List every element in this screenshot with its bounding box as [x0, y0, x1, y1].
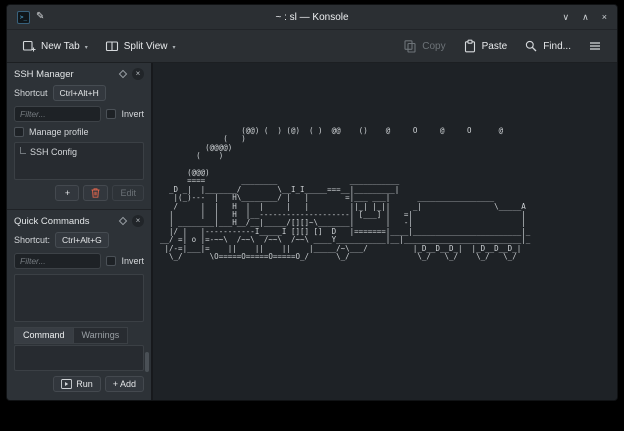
qc-filter-input[interactable] [14, 253, 101, 269]
manage-profile-label: Manage profile [29, 127, 89, 137]
qc-invert-label: Invert [121, 256, 144, 266]
tab-warnings[interactable]: Warnings [73, 327, 129, 344]
ssh-shortcut-button[interactable]: Ctrl+Alt+H [53, 85, 106, 101]
quick-commands-title: Quick Commands [14, 216, 114, 227]
manage-profile-row: Manage profile [14, 127, 144, 137]
close-panel-icon[interactable]: × [132, 215, 144, 227]
manage-profile-checkbox[interactable] [14, 127, 24, 137]
qc-buttons-row: Run + Add [14, 376, 144, 392]
ssh-manager-panel: SSH Manager × Shortcut Ctrl+Alt+H Invert… [7, 63, 151, 209]
find-label: Find... [543, 41, 571, 52]
pencil-icon: ✎ [36, 12, 44, 22]
qc-invert-checkbox[interactable] [106, 256, 116, 266]
chevron-down-icon: ▾ [172, 44, 175, 53]
run-label: Run [76, 379, 93, 389]
ssh-config-list[interactable]: SSH Config [14, 142, 144, 180]
toolbar: New Tab ▾ Split View ▾ Copy Paste [7, 30, 617, 63]
paste-button[interactable]: Paste [456, 34, 515, 58]
qc-shortcut-label: Shortcut: [14, 235, 50, 245]
ssh-delete-button[interactable] [83, 185, 108, 201]
copy-icon [403, 39, 417, 53]
split-view-icon [105, 39, 119, 53]
sl-ascii-art: (@@) ( ) (@) ( ) @@ () @ O @ O @ ( ) (@@… [153, 63, 617, 262]
sidebar-scrollbar-thumb[interactable] [145, 352, 149, 372]
ssh-config-tree-item[interactable]: SSH Config [20, 147, 138, 157]
close-button[interactable]: × [602, 13, 607, 22]
hamburger-menu-icon [588, 39, 602, 53]
sidebar: SSH Manager × Shortcut Ctrl+Alt+H Invert… [7, 63, 153, 400]
qc-shortcut-button[interactable]: Ctrl+Alt+G [55, 232, 109, 248]
qc-filter-row: Invert [14, 253, 144, 269]
main-area: SSH Manager × Shortcut Ctrl+Alt+H Invert… [7, 63, 617, 400]
split-view-button[interactable]: Split View ▾ [98, 34, 183, 58]
new-tab-label: New Tab [41, 41, 80, 52]
add-command-button[interactable]: + Add [105, 376, 144, 392]
ssh-invert-checkbox[interactable] [106, 109, 116, 119]
ssh-filter-row: Invert [14, 106, 144, 122]
quick-commands-panel: Quick Commands × Shortcut: Ctrl+Alt+G In… [7, 209, 151, 400]
terminal-area[interactable]: (@@) ( ) (@) ( ) @@ () @ O @ O @ ( ) (@@… [153, 63, 617, 400]
ssh-manager-title: SSH Manager [14, 69, 114, 80]
konsole-icon-glyph: >_ [20, 14, 27, 21]
qc-shortcut-row: Shortcut: Ctrl+Alt+G [14, 232, 144, 248]
copy-button[interactable]: Copy [396, 34, 452, 58]
ssh-invert-label: Invert [121, 109, 144, 119]
find-button[interactable]: Find... [517, 34, 578, 58]
trash-icon [91, 188, 100, 198]
titlebar[interactable]: >_ ✎ ~ : sl — Konsole ∨ ∧ × [7, 5, 617, 30]
tab-command[interactable]: Command [14, 327, 73, 344]
menu-button[interactable] [581, 34, 609, 58]
search-icon [524, 39, 538, 53]
run-button[interactable]: Run [53, 376, 101, 392]
command-editor[interactable] [14, 345, 144, 371]
ssh-edit-button[interactable]: Edit [112, 185, 144, 201]
window-title: ~ : sl — Konsole [7, 12, 617, 23]
new-tab-icon [22, 39, 36, 53]
maximize-button[interactable]: ∧ [582, 13, 589, 22]
minimize-button[interactable]: ∨ [563, 13, 570, 22]
copy-label: Copy [422, 41, 445, 52]
ssh-shortcut-label: Shortcut [14, 88, 48, 98]
split-view-label: Split View [124, 41, 168, 52]
ssh-shortcut-row: Shortcut Ctrl+Alt+H [14, 85, 144, 101]
ssh-buttons-row: + Edit [14, 185, 144, 201]
ssh-filter-input[interactable] [14, 106, 101, 122]
window-controls: ∨ ∧ × [563, 13, 607, 22]
quick-commands-header: Quick Commands × [14, 215, 144, 227]
new-tab-button[interactable]: New Tab ▾ [15, 34, 95, 58]
paste-label: Paste [482, 41, 508, 52]
konsole-window: >_ ✎ ~ : sl — Konsole ∨ ∧ × New Tab ▾ Sp… [6, 4, 618, 401]
konsole-app-icon: >_ [17, 11, 30, 24]
ssh-manager-header: SSH Manager × [14, 68, 144, 80]
qc-tabs: Command Warnings [14, 327, 144, 344]
float-panel-icon[interactable] [119, 217, 127, 225]
ssh-config-label: SSH Config [30, 147, 77, 157]
run-icon [61, 379, 72, 389]
chevron-down-icon: ▾ [85, 44, 88, 53]
close-panel-icon[interactable]: × [132, 68, 144, 80]
float-panel-icon[interactable] [119, 70, 127, 78]
quick-commands-list[interactable] [14, 274, 144, 322]
paste-icon [463, 39, 477, 53]
ssh-add-button[interactable]: + [55, 185, 79, 201]
